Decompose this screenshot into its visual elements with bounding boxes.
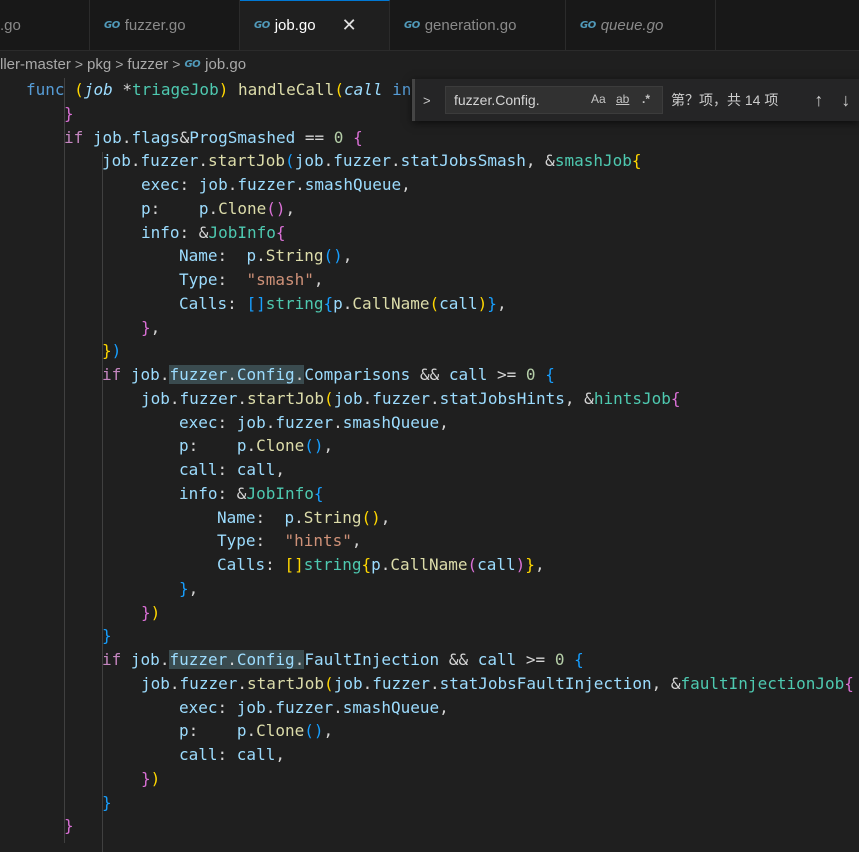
- code-line: },: [179, 578, 199, 598]
- regex-icon[interactable]: .*: [642, 92, 650, 106]
- code-line: if job.flags&ProgSmashed == 0 {: [64, 127, 363, 147]
- breadcrumb-item-pkg[interactable]: pkg: [87, 56, 111, 73]
- code-line: }): [102, 341, 122, 361]
- tab-prev-go[interactable]: .go: [0, 0, 90, 50]
- code-editor[interactable]: func (job *triageJob) handleCall(call in…: [0, 78, 859, 843]
- chevron-right-icon[interactable]: >: [423, 93, 439, 108]
- code-line: job.fuzzer.startJob(job.fuzzer.statJobsS…: [102, 151, 642, 171]
- code-line: Type: "hints",: [217, 531, 362, 551]
- tab-label: queue.go: [600, 16, 664, 34]
- code-line: p: p.Clone(),: [179, 721, 334, 741]
- go-file-icon: GO: [580, 19, 596, 31]
- find-widget: > fuzzer.Config. Aa ab .* 第？项，共 14 项 ↑ ↓: [412, 79, 859, 121]
- tab-label: job.go: [274, 17, 316, 34]
- find-result-count: 第？项，共 14 项: [671, 92, 779, 108]
- tab-generation-go[interactable]: GO generation.go: [390, 0, 566, 50]
- code-line: job.fuzzer.startJob(job.fuzzer.statJobsH…: [141, 388, 681, 408]
- code-line: }: [102, 626, 112, 646]
- code-line: }: [102, 792, 112, 812]
- breadcrumb-item-fuzzer[interactable]: fuzzer: [127, 56, 168, 73]
- code-line: exec: job.fuzzer.smashQueue,: [179, 412, 449, 432]
- code-line: Name: p.String(),: [217, 507, 391, 527]
- code-line: Name: p.String(),: [179, 246, 353, 266]
- code-line: p: p.Clone(),: [179, 436, 334, 456]
- go-file-icon: GO: [254, 20, 270, 31]
- close-icon[interactable]: ✕: [342, 15, 357, 36]
- code-line: if job.fuzzer.Config.Comparisons && call…: [102, 365, 555, 384]
- code-line: Type: "smash",: [179, 270, 324, 289]
- find-query: fuzzer.Config.: [454, 92, 540, 108]
- code-line: exec: job.fuzzer.smashQueue,: [141, 175, 411, 194]
- code-line: info: &JobInfo{: [179, 483, 324, 503]
- tab-job-go[interactable]: GO job.go ✕: [240, 0, 390, 50]
- tab-label: fuzzer.go: [124, 16, 186, 34]
- code-line: }): [141, 768, 161, 788]
- go-file-icon: GO: [184, 58, 201, 70]
- tab-label: .go: [0, 16, 21, 34]
- code-line: Calls: []string{p.CallName(call)},: [217, 555, 545, 574]
- code-line: }: [64, 816, 74, 836]
- match-case-icon[interactable]: Aa: [591, 92, 606, 106]
- code-line: exec: job.fuzzer.smashQueue,: [179, 697, 449, 717]
- code-line: info: &JobInfo{: [141, 222, 286, 242]
- code-line: if job.fuzzer.Config.FaultInjection && c…: [102, 650, 584, 669]
- code-line: call: call,: [179, 745, 285, 764]
- editor-tab-bar: .go GO fuzzer.go GO job.go ✕ GO generati…: [0, 0, 859, 51]
- code-line: job.fuzzer.startJob(job.fuzzer.statJobsF…: [141, 673, 854, 693]
- chevron-right-icon: >: [115, 56, 124, 72]
- code-line: call: call,: [179, 460, 285, 479]
- code-line: }): [141, 602, 161, 622]
- breadcrumb-item-file[interactable]: job.go: [205, 56, 246, 73]
- code-line: p: p.Clone(),: [141, 198, 296, 218]
- tab-queue-go[interactable]: GO queue.go: [566, 0, 716, 50]
- code-line: },: [141, 317, 161, 337]
- breadcrumb-item-root[interactable]: ller-master: [0, 56, 71, 73]
- arrow-down-icon[interactable]: ↓: [841, 90, 850, 111]
- breadcrumb: ller-master > pkg > fuzzer > GO job.go: [0, 50, 859, 78]
- go-file-icon: GO: [104, 19, 120, 31]
- go-file-icon: GO: [404, 19, 420, 31]
- find-input[interactable]: fuzzer.Config. Aa ab .*: [445, 86, 663, 114]
- tab-label: generation.go: [424, 16, 517, 34]
- tab-fuzzer-go[interactable]: GO fuzzer.go: [90, 0, 240, 50]
- whole-word-icon[interactable]: ab: [616, 92, 629, 106]
- code-line: Calls: []string{p.CallName(call)},: [179, 293, 507, 313]
- arrow-up-icon[interactable]: ↑: [814, 90, 823, 111]
- chevron-right-icon: >: [74, 56, 84, 72]
- chevron-right-icon: >: [172, 56, 181, 72]
